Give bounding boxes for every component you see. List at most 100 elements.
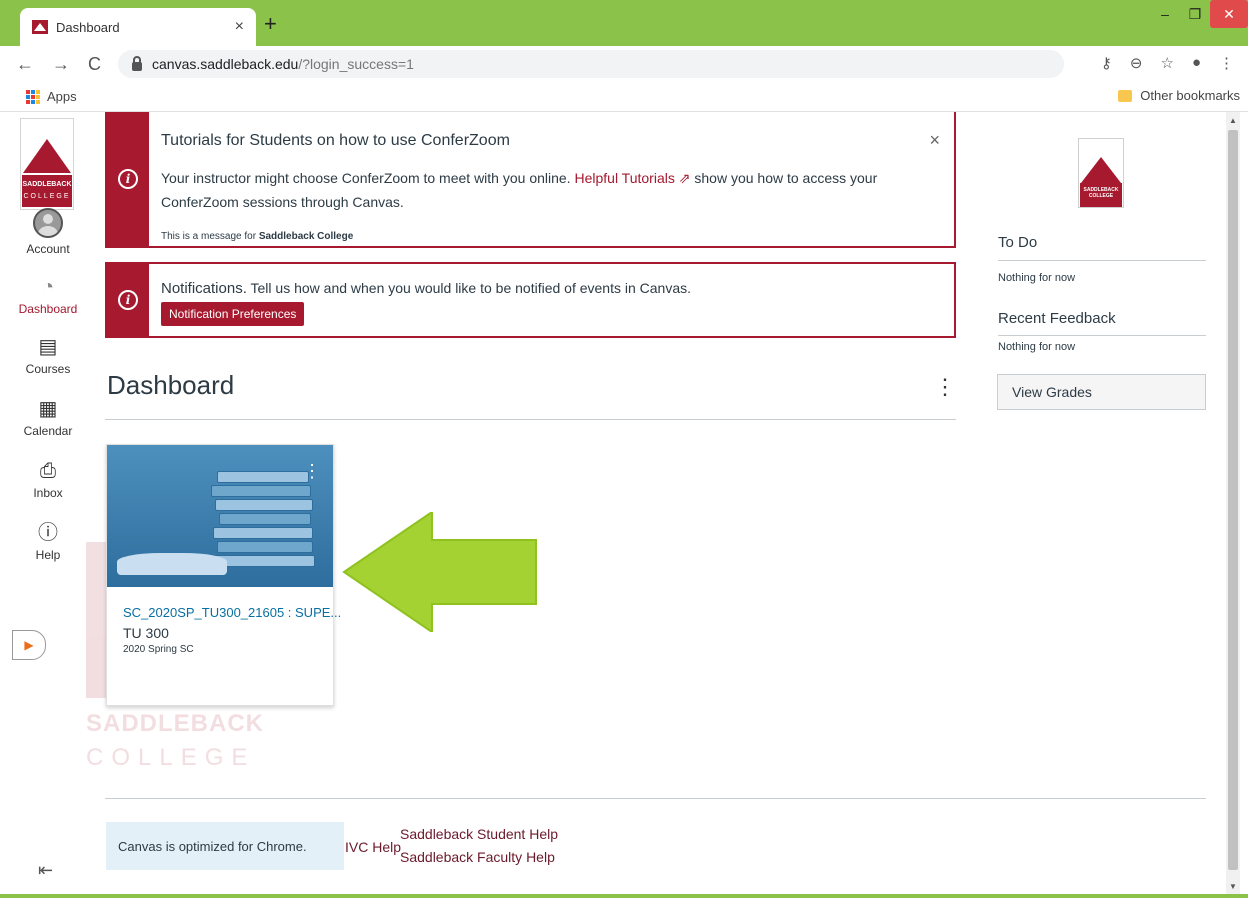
window-close-button[interactable]: ✕: [1210, 0, 1248, 28]
scroll-up-icon[interactable]: ▲: [1229, 116, 1237, 125]
book-shape: [217, 471, 309, 483]
nav-inbox[interactable]: ⎙ Inbox: [10, 460, 86, 500]
profile-icon[interactable]: ●: [1192, 54, 1201, 72]
scroll-thumb[interactable]: [1228, 130, 1238, 870]
helpful-tutorials-link[interactable]: Helpful Tutorials: [574, 170, 674, 186]
avatar-icon: [33, 208, 63, 238]
star-bookmark-icon[interactable]: ☆: [1160, 54, 1173, 72]
apps-bookmark[interactable]: Apps: [47, 89, 77, 104]
book-shape: [219, 513, 311, 525]
collapse-nav-icon[interactable]: ⇤: [38, 860, 53, 881]
book-shape: [213, 527, 313, 539]
arrow-shape: [342, 512, 537, 632]
nav-help[interactable]: ⓘ Help: [10, 522, 86, 562]
back-arrow-icon[interactable]: ←: [16, 54, 34, 75]
sidebar-college-logo: SADDLEBACK COLLEGE: [1078, 138, 1124, 208]
info-icon: i: [118, 169, 138, 189]
alert-note-prefix: This is a message for: [161, 231, 259, 242]
nav-help-label: Help: [35, 548, 61, 562]
speedometer-icon: ◔: [41, 276, 55, 298]
lock-icon: [132, 55, 142, 71]
url-host: canvas.saddleback.edu: [152, 56, 299, 72]
book-icon: ▤: [38, 336, 58, 358]
logo-band: [22, 175, 72, 207]
course-term: 2020 Spring SC: [123, 644, 194, 655]
divider: [998, 260, 1206, 261]
browser-tab[interactable]: Dashboard ×: [20, 8, 256, 46]
key-icon[interactable]: ⚷: [1101, 54, 1112, 72]
nav-dashboard-label: Dashboard: [18, 302, 78, 316]
notifications-announcement: i Notifications. Tell us how and when yo…: [105, 262, 956, 338]
college-logo[interactable]: SADDLEBACK COLLEGE: [20, 118, 74, 210]
alert-strip: i: [107, 112, 149, 246]
alert-text-line2: ConferZoom sessions through Canvas.: [161, 194, 404, 210]
other-bookmarks[interactable]: Other bookmarks: [1118, 88, 1240, 103]
card-options-icon[interactable]: ⋮: [303, 461, 321, 482]
browser-toolbar: ← → C canvas.saddleback.edu/?login_succe…: [0, 46, 1248, 82]
book-shape: [211, 485, 311, 497]
alert-strip: i: [107, 264, 149, 336]
watermark-line1: SADDLEBACK: [86, 710, 264, 737]
notifications-title: Notifications.: [161, 280, 247, 297]
nav-calendar-label: Calendar: [23, 424, 73, 438]
window-minimize-button[interactable]: –: [1150, 0, 1180, 28]
alert-text-line1: Your instructor might choose ConferZoom …: [161, 170, 877, 187]
todo-heading: To Do: [998, 234, 1038, 251]
view-grades-button[interactable]: View Grades: [997, 374, 1206, 410]
logo-mountain-icon: [1081, 157, 1121, 183]
tab-close-icon[interactable]: ×: [235, 18, 244, 36]
zoom-icon[interactable]: ⊖: [1130, 54, 1143, 72]
divider: [105, 419, 956, 420]
bookmarks-bar: Apps Other bookmarks: [0, 82, 1248, 112]
course-code: TU 300: [123, 625, 169, 641]
open-book-shape: [117, 553, 227, 575]
reload-icon[interactable]: C: [88, 54, 101, 75]
course-card-image[interactable]: ⋮: [107, 445, 333, 587]
nav-courses[interactable]: ▤ Courses: [10, 336, 86, 376]
alert-text-after: show you how to access your: [690, 170, 878, 186]
help-icon: ⓘ: [38, 522, 58, 544]
student-help-link[interactable]: Saddleback Student Help: [400, 826, 558, 842]
notifications-desc: Tell us how and when you would like to b…: [250, 280, 692, 296]
faculty-help-link[interactable]: Saddleback Faculty Help: [400, 849, 555, 865]
logo-line1: SADDLEBACK: [22, 181, 72, 188]
alert-note-org: Saddleback College: [258, 231, 354, 242]
address-bar[interactable]: canvas.saddleback.edu/?login_success=1: [118, 50, 1064, 78]
chrome-optimized-notice: Canvas is optimized for Chrome.: [106, 822, 344, 870]
url-path: /?login_success=1: [298, 56, 414, 72]
todo-empty-text: Nothing for now: [998, 272, 1076, 284]
sidebar-logo-text: SADDLEBACK COLLEGE: [1083, 187, 1119, 199]
window-frame-bottom: [0, 894, 1248, 898]
nav-dashboard[interactable]: ◔ Dashboard: [10, 276, 86, 316]
scroll-down-icon[interactable]: ▼: [1229, 882, 1237, 891]
notification-preferences-button[interactable]: Notification Preferences: [161, 302, 305, 326]
media-play-button[interactable]: ▶: [12, 630, 46, 660]
nav-calendar[interactable]: ▦ Calendar: [10, 398, 86, 438]
feedback-heading: Recent Feedback: [998, 310, 1116, 327]
dashboard-options-icon[interactable]: ⋮: [934, 374, 956, 400]
page-scrollbar[interactable]: ▲ ▼: [1226, 112, 1240, 898]
course-name-link[interactable]: SC_2020SP_TU300_21605 : SUPE...: [123, 605, 341, 620]
close-icon[interactable]: ×: [929, 130, 940, 151]
play-icon: ▶: [24, 638, 34, 652]
book-shape: [217, 541, 313, 553]
nav-account[interactable]: Account: [10, 208, 86, 256]
new-tab-button[interactable]: +: [264, 11, 277, 37]
feedback-empty-text: Nothing for now: [998, 341, 1076, 353]
apps-grid-icon[interactable]: [26, 89, 40, 104]
alert-title: Tutorials for Students on how to use Con…: [161, 132, 510, 149]
browser-tab-strip: Dashboard × + – ❐ ✕: [0, 0, 1248, 46]
forward-arrow-icon[interactable]: →: [52, 54, 70, 75]
canvas-favicon-icon: [32, 20, 48, 34]
inbox-icon: ⎙: [40, 460, 56, 482]
external-link-icon: ⇗: [674, 170, 691, 186]
book-shape: [215, 499, 313, 511]
course-card[interactable]: ⋮ SC_2020SP_TU300_21605 : SUPE... TU 300…: [106, 444, 341, 706]
ivc-help-link[interactable]: IVC Help: [345, 839, 401, 855]
notifications-text: Notifications. Tell us how and when you …: [161, 280, 691, 297]
calendar-icon: ▦: [38, 398, 58, 420]
browser-menu-icon[interactable]: ⋮: [1219, 54, 1234, 72]
window-maximize-button[interactable]: ❐: [1180, 0, 1210, 28]
nav-courses-label: Courses: [25, 362, 71, 376]
watermark-line2: COLLEGE: [86, 744, 256, 771]
